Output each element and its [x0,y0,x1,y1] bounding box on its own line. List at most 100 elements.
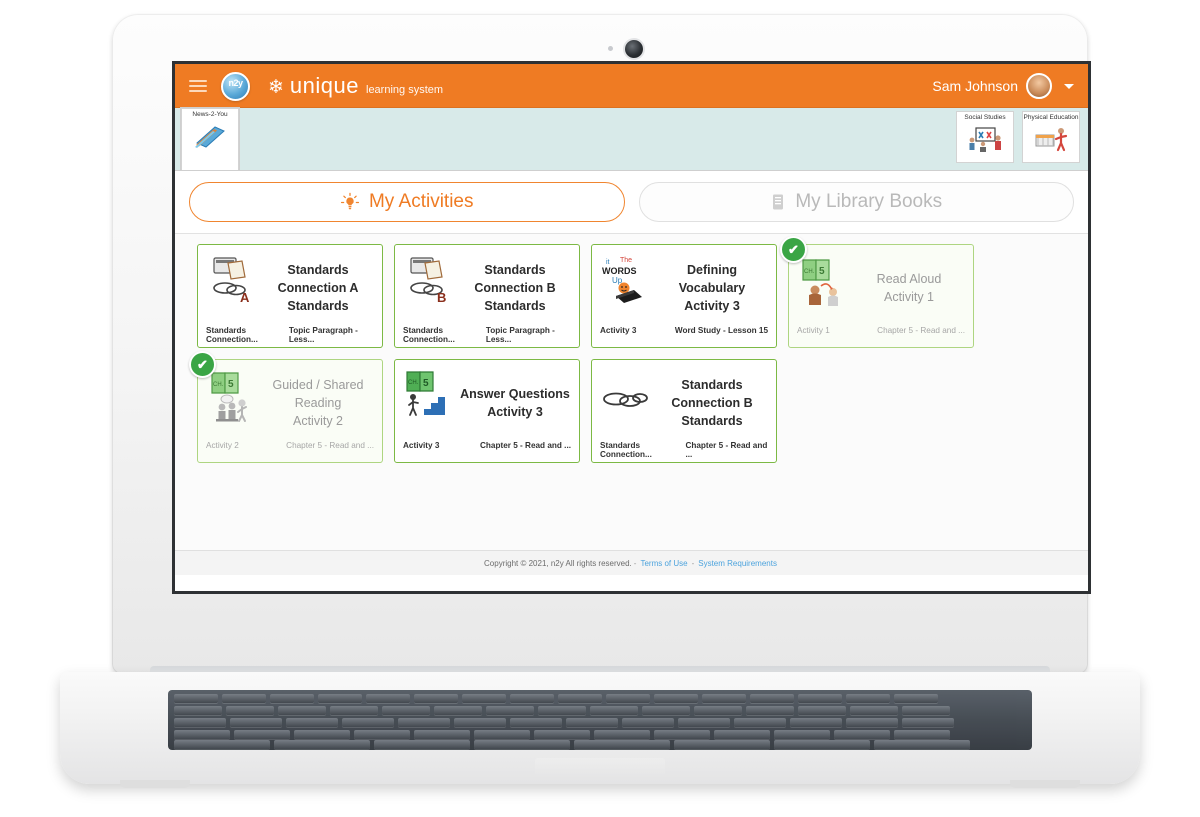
card-title-line: Read Aloud [876,271,942,286]
subject-tile-physical-education[interactable]: Physical Education [1022,111,1080,163]
svg-text:The: The [620,257,632,264]
keyboard-key [654,694,698,703]
words-up-book-icon: it The WORDS Up [600,252,656,324]
standards-chain-icon [600,367,656,439]
tab-label: My Library Books [795,191,943,212]
page-footer: Copyright © 2021, n2y All rights reserve… [175,550,1088,575]
hamburger-icon[interactable] [189,80,207,92]
keyboard-key [798,694,842,703]
system-requirements-link[interactable]: System Requirements [698,559,777,568]
user-name: Sam Johnson [932,78,1018,94]
card-title-line: Connection A [277,280,359,295]
app-topbar: ❄ unique learning system Sam Johnson [175,64,1088,108]
card-title-line: Activity 3 [684,299,740,314]
keyboard-key [566,718,618,727]
keyboard-key [590,706,638,715]
keyboard-key [414,730,470,739]
keyboard-key [734,718,786,727]
keyboard-key [574,740,670,749]
keyboard-key [330,706,378,715]
keyboard-key [274,740,370,749]
card-foot-left: Activity 3 [403,441,440,450]
keyboard-key [398,718,450,727]
keyboard-key [702,694,746,703]
tab-label: My Activities [368,191,474,212]
activity-card[interactable]: Standards Connection B Standards Standar… [591,359,777,463]
brand-subtitle: learning system [366,84,444,96]
status-badge: ✔ [780,236,807,263]
keyboard-key [902,718,954,727]
tab-my-library-books[interactable]: My Library Books [638,182,1074,222]
svg-text:WORDS: WORDS [602,266,637,276]
webcam-led [608,46,613,51]
keyboard-key [454,718,506,727]
lightbulb-icon [340,192,360,212]
activity-card[interactable]: B Standards Connection B Standards Stand… [394,244,580,348]
keyboard-key [606,694,650,703]
subject-tile-news-2-you[interactable]: News-2-You [181,108,239,170]
keyboard-key [790,718,842,727]
n2y-logo-icon[interactable] [221,71,250,101]
activity-card[interactable]: CH. 5 Answer Questions Activity 3 Activi… [394,359,580,463]
user-menu[interactable]: Sam Johnson [932,73,1074,99]
keyboard-key [894,730,950,739]
terms-of-use-link[interactable]: Terms of Use [640,559,687,568]
chevron-down-icon[interactable] [1064,83,1074,89]
standards-chain-a-icon: A [206,252,262,324]
keyboard-key [834,730,890,739]
read-aloud-icon: CH. 5 [797,252,853,324]
keyboard-key [366,694,410,703]
card-foot-left: Activity 3 [600,326,637,335]
avatar[interactable] [1026,73,1052,99]
keyboard-key [414,694,458,703]
subject-tile-social-studies[interactable]: Social Studies [956,111,1014,163]
keyboard-key [714,730,770,739]
subject-tile-label: Physical Education [1023,114,1079,121]
keyboard [168,690,1032,750]
card-title-line: Activity 2 [292,414,343,429]
svg-text:it: it [606,259,610,266]
subject-band-right: Social Studies Physical Education [956,111,1080,163]
keyboard-key [354,730,410,739]
keyboard-key [902,706,950,715]
keyboard-key [798,706,846,715]
keyboard-key [674,740,770,749]
keyboard-key [222,694,266,703]
keyboard-key [174,694,218,703]
gym-icon [1033,126,1069,152]
keyboard-key [774,730,830,739]
keyboard-key [642,706,690,715]
card-foot-left: Standards Connection... [403,326,455,344]
card-title-line: Standards [287,262,349,277]
keyboard-key [750,694,794,703]
card-foot-left: Standards Connection... [600,441,652,459]
activity-card[interactable]: ✔ CH. 5 [780,236,974,348]
card-title-line: Standards [681,414,743,429]
trackpad[interactable] [535,758,665,776]
card-footer: Standards Connection... Chapter 5 - Read… [600,439,768,459]
card-title-line: Standards [287,299,349,314]
main-tabs: My Activities My Library Books [175,171,1088,234]
card-title-line: Standards [681,377,743,392]
activity-card[interactable]: ✔ CH. 5 [189,351,383,463]
svg-text:A: A [240,290,250,305]
card-title-line: Defining [687,262,737,277]
activity-card[interactable]: it The WORDS Up Defining Vocabulary Acti… [591,244,777,348]
card-title: Defining Vocabulary Activity 3 [656,252,768,324]
card-title-line: Standards [484,299,546,314]
activity-card[interactable]: A Standards Connection A Standards Stand… [197,244,383,348]
subject-tile-label: News-2-You [192,111,228,118]
tab-my-activities[interactable]: My Activities [189,182,625,222]
keyboard-key [474,730,530,739]
keyboard-key [558,694,602,703]
keyboard-key [746,706,794,715]
card-foot-right: Topic Paragraph - Less... [485,326,555,344]
keyboard-key [382,706,430,715]
keyboard-key [486,706,534,715]
check-icon: ✔ [197,356,208,372]
footer-separator: - [691,558,695,568]
card-foot-right: Chapter 5 - Read and ... [685,441,768,459]
brand: ❄ unique learning system [268,73,443,99]
keyboard-key [678,718,730,727]
keyboard-key [174,730,230,739]
